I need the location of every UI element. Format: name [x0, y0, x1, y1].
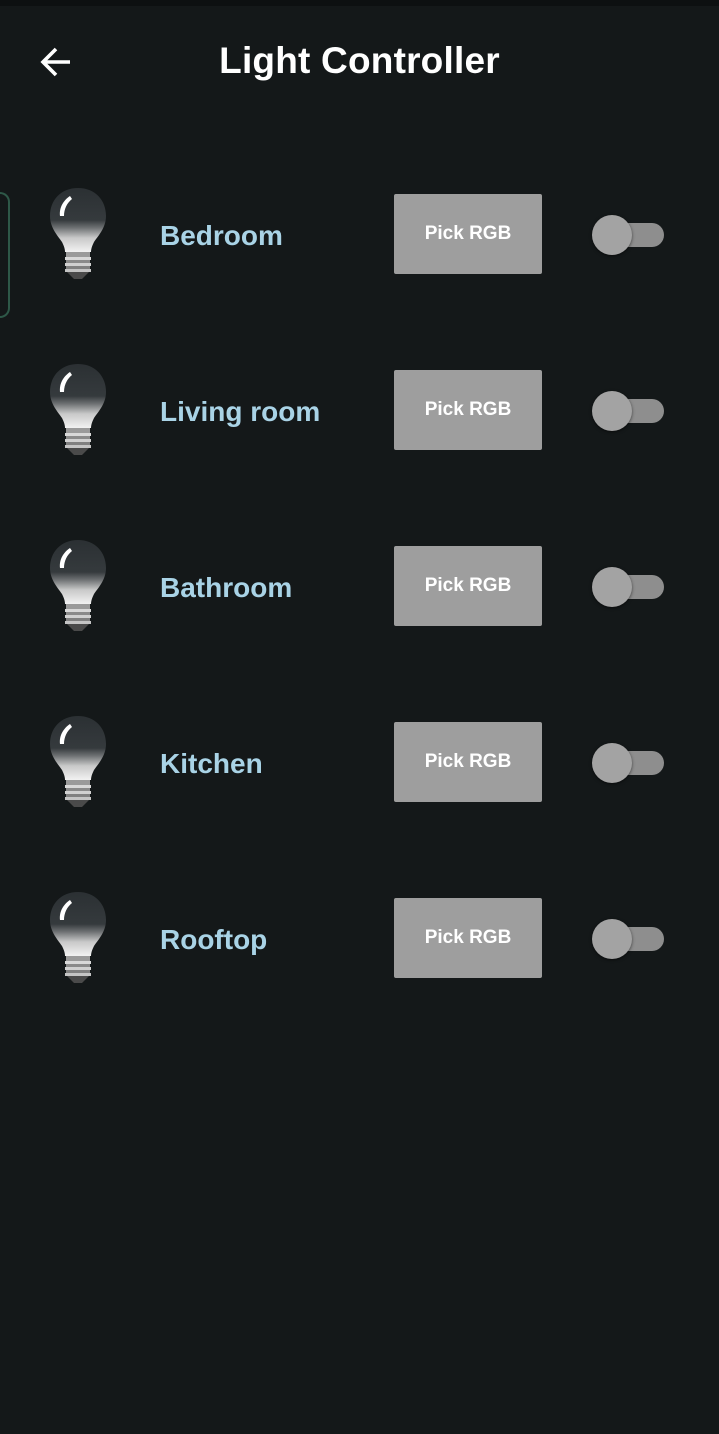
room-row-rooftop: Rooftop Pick RGB	[0, 882, 719, 1002]
pick-rgb-button[interactable]: Pick RGB	[394, 194, 542, 274]
pick-rgb-button[interactable]: Pick RGB	[394, 722, 542, 802]
room-name: Rooftop	[160, 924, 268, 955]
power-switch[interactable]	[590, 566, 666, 608]
pick-rgb-button[interactable]: Pick RGB	[394, 898, 542, 978]
room-name: Bathroom	[160, 572, 293, 603]
light-bulb-icon	[50, 716, 106, 807]
light-bulb-icon	[50, 364, 106, 455]
power-switch[interactable]	[590, 390, 666, 432]
light-bulb-icon	[50, 892, 106, 983]
power-switch[interactable]	[590, 742, 666, 784]
room-row-bedroom: Bedroom Pick RGB	[0, 178, 719, 298]
switch-thumb	[592, 743, 632, 783]
app-bar: Light Controller	[0, 6, 719, 118]
room-row-bathroom: Bathroom Pick RGB	[0, 530, 719, 650]
switch-thumb	[592, 215, 632, 255]
room-name: Bedroom	[160, 220, 283, 251]
power-switch[interactable]	[590, 214, 666, 256]
switch-thumb	[592, 919, 632, 959]
switch-thumb	[592, 567, 632, 607]
room-row-living-room: Living room Pick RGB	[0, 354, 719, 474]
switch-thumb	[592, 391, 632, 431]
light-bulb-icon	[50, 188, 106, 279]
light-bulb-icon	[50, 540, 106, 631]
page-title: Light Controller	[219, 40, 500, 81]
power-switch[interactable]	[590, 918, 666, 960]
room-name: Kitchen	[160, 748, 263, 779]
pick-rgb-button[interactable]: Pick RGB	[394, 370, 542, 450]
room-row-kitchen: Kitchen Pick RGB	[0, 706, 719, 826]
pick-rgb-button[interactable]: Pick RGB	[394, 546, 542, 626]
room-name: Living room	[160, 396, 321, 427]
